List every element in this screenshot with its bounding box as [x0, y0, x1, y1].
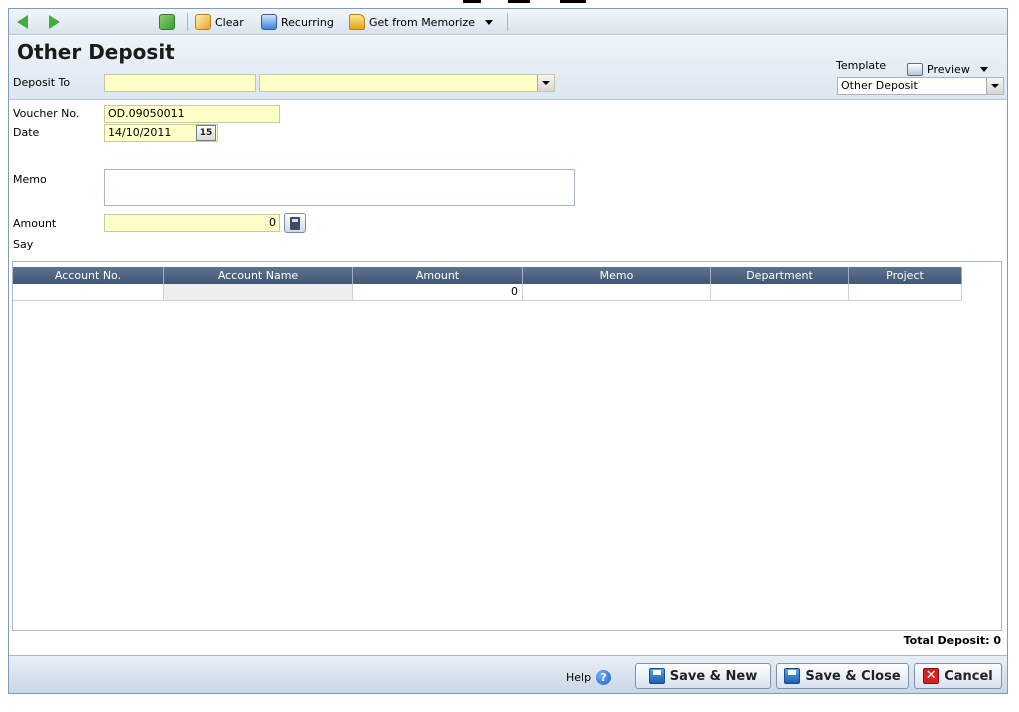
save-close-label: Save & Close: [805, 668, 901, 684]
cell-memo[interactable]: [523, 284, 711, 301]
chevron-down-icon: [991, 84, 999, 88]
title-fragment: [463, 0, 481, 3]
date-field[interactable]: 14/10/2011 15: [104, 124, 218, 142]
other-deposit-window: Clear Recurring Get from Memorize Other …: [8, 8, 1008, 694]
page-title: Other Deposit: [17, 40, 175, 64]
chevron-down-icon: [979, 66, 988, 72]
toolbar-separator: [187, 13, 188, 31]
deposit-to-account-field[interactable]: [104, 74, 256, 92]
cancel-button[interactable]: ✕ Cancel: [914, 663, 1002, 689]
column-header-amount[interactable]: Amount: [353, 267, 523, 284]
back-arrow-icon: [17, 15, 28, 29]
chevron-down-icon: [485, 19, 494, 25]
title-fragment: [508, 0, 530, 3]
column-header-account-name[interactable]: Account Name: [164, 267, 353, 284]
help-link[interactable]: Help ?: [566, 670, 612, 685]
calculator-icon: [290, 216, 300, 230]
amount-label: Amount: [13, 217, 57, 230]
column-header-memo[interactable]: Memo: [523, 267, 711, 284]
memo-textarea[interactable]: [104, 169, 575, 206]
title-fragment: [560, 0, 586, 3]
calendar-icon[interactable]: 15: [196, 125, 216, 141]
cell-amount[interactable]: 0: [353, 284, 523, 301]
get-from-memorize-button[interactable]: Get from Memorize: [349, 12, 494, 32]
next-record-button[interactable]: [49, 12, 60, 32]
template-dropdown-button[interactable]: [986, 78, 1003, 94]
cancel-icon: ✕: [923, 668, 940, 684]
save-icon: [784, 668, 801, 684]
detail-grid: Account No. Account Name Amount Memo Dep…: [12, 261, 1002, 631]
amount-field[interactable]: 0: [104, 214, 280, 232]
copy-icon: [159, 14, 175, 30]
eraser-icon: [195, 14, 211, 30]
clear-button[interactable]: Clear: [195, 12, 244, 32]
forward-arrow-icon: [49, 15, 60, 29]
date-label: Date: [13, 126, 40, 139]
voucher-no-field[interactable]: OD.09050011: [104, 105, 280, 123]
calculator-button[interactable]: [284, 213, 306, 233]
date-value: 14/10/2011: [108, 126, 172, 139]
recurring-button[interactable]: Recurring: [261, 12, 334, 32]
template-select[interactable]: Other Deposit: [837, 77, 1004, 95]
printer-icon: [907, 62, 923, 76]
previous-record-button[interactable]: [17, 12, 28, 32]
total-deposit: Total Deposit: 0: [903, 634, 1001, 647]
say-label: Say: [13, 238, 34, 251]
save-new-label: Save & New: [669, 668, 758, 684]
help-label: Help: [566, 671, 592, 684]
column-header-account-no[interactable]: Account No.: [13, 267, 164, 284]
template-label: Template: [836, 59, 887, 72]
voucher-no-label: Voucher No.: [13, 107, 80, 120]
deposit-to-name-combo[interactable]: [259, 74, 555, 92]
cell-account-name: [164, 284, 353, 301]
deposit-to-dropdown-button[interactable]: [537, 75, 554, 91]
clear-button-label: Clear: [215, 15, 244, 29]
column-header-department[interactable]: Department: [711, 267, 849, 284]
save-and-close-button[interactable]: Save & Close: [776, 663, 909, 689]
toolbar-separator: [507, 13, 508, 31]
window-top-strip: [0, 0, 1019, 8]
get-from-memorize-label: Get from Memorize: [369, 15, 476, 29]
chevron-down-icon: [542, 81, 550, 85]
cancel-label: Cancel: [944, 668, 993, 684]
cell-account-no[interactable]: [13, 284, 164, 301]
footer-bar: Help ? Save & New Save & Close ✕ Cancel: [9, 655, 1007, 693]
memorize-icon: [349, 14, 365, 30]
recurring-icon: [261, 14, 277, 30]
cell-department[interactable]: [711, 284, 849, 301]
cell-project[interactable]: [849, 284, 962, 301]
preview-button[interactable]: Preview: [907, 60, 988, 78]
toolbar: Clear Recurring Get from Memorize: [9, 9, 1007, 35]
form-header: Other Deposit Deposit To Template Previe…: [9, 36, 1007, 100]
recurring-button-label: Recurring: [281, 15, 334, 29]
save-and-new-button[interactable]: Save & New: [635, 663, 771, 689]
template-value: Other Deposit: [841, 79, 918, 92]
copy-button[interactable]: [159, 12, 175, 32]
deposit-to-label: Deposit To: [13, 76, 71, 89]
help-icon: ?: [596, 670, 612, 685]
memo-label: Memo: [13, 173, 47, 186]
preview-label: Preview: [927, 62, 970, 76]
column-header-project[interactable]: Project: [849, 267, 962, 284]
save-icon: [648, 668, 665, 684]
